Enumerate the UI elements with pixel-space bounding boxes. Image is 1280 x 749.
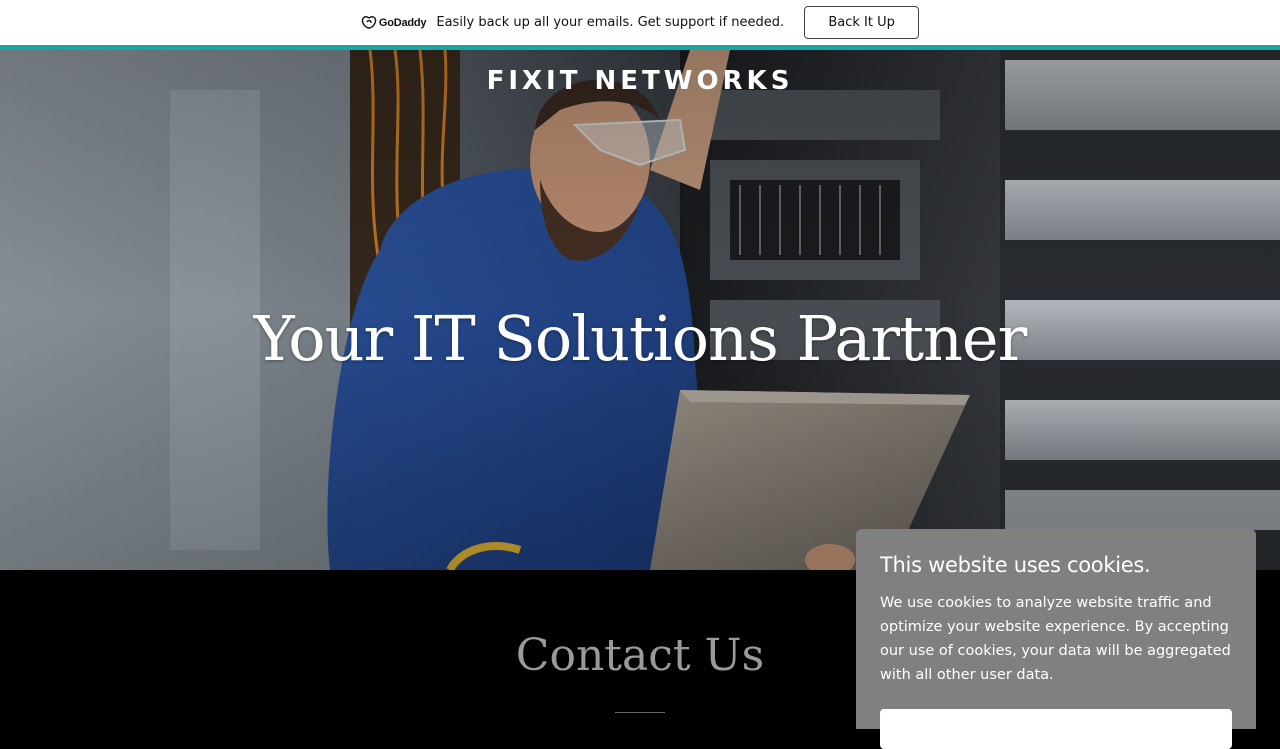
godaddy-logo[interactable]: GoDaddy bbox=[361, 15, 427, 30]
back-it-up-button[interactable]: Back It Up bbox=[804, 6, 920, 39]
cookie-title: This website uses cookies. bbox=[880, 553, 1151, 577]
hero-heading: Your IT Solutions Partner bbox=[253, 302, 1028, 375]
promo-message: Easily back up all your emails. Get supp… bbox=[436, 15, 785, 30]
cookie-banner: This website uses cookies. We use cookie… bbox=[856, 529, 1256, 749]
promo-bar: GoDaddy Easily back up all your emails. … bbox=[0, 0, 1280, 45]
brand-name: GoDaddy bbox=[378, 16, 427, 29]
site-title[interactable]: FIXIT NETWORKS bbox=[0, 66, 1280, 96]
cookie-message: We use cookies to analyze website traffi… bbox=[880, 595, 1231, 683]
cookie-accept-button[interactable] bbox=[880, 709, 1232, 749]
godaddy-icon bbox=[361, 15, 377, 29]
hero-section: FIXIT NETWORKS Your IT Solutions Partner bbox=[0, 50, 1280, 570]
contact-divider bbox=[615, 712, 665, 713]
